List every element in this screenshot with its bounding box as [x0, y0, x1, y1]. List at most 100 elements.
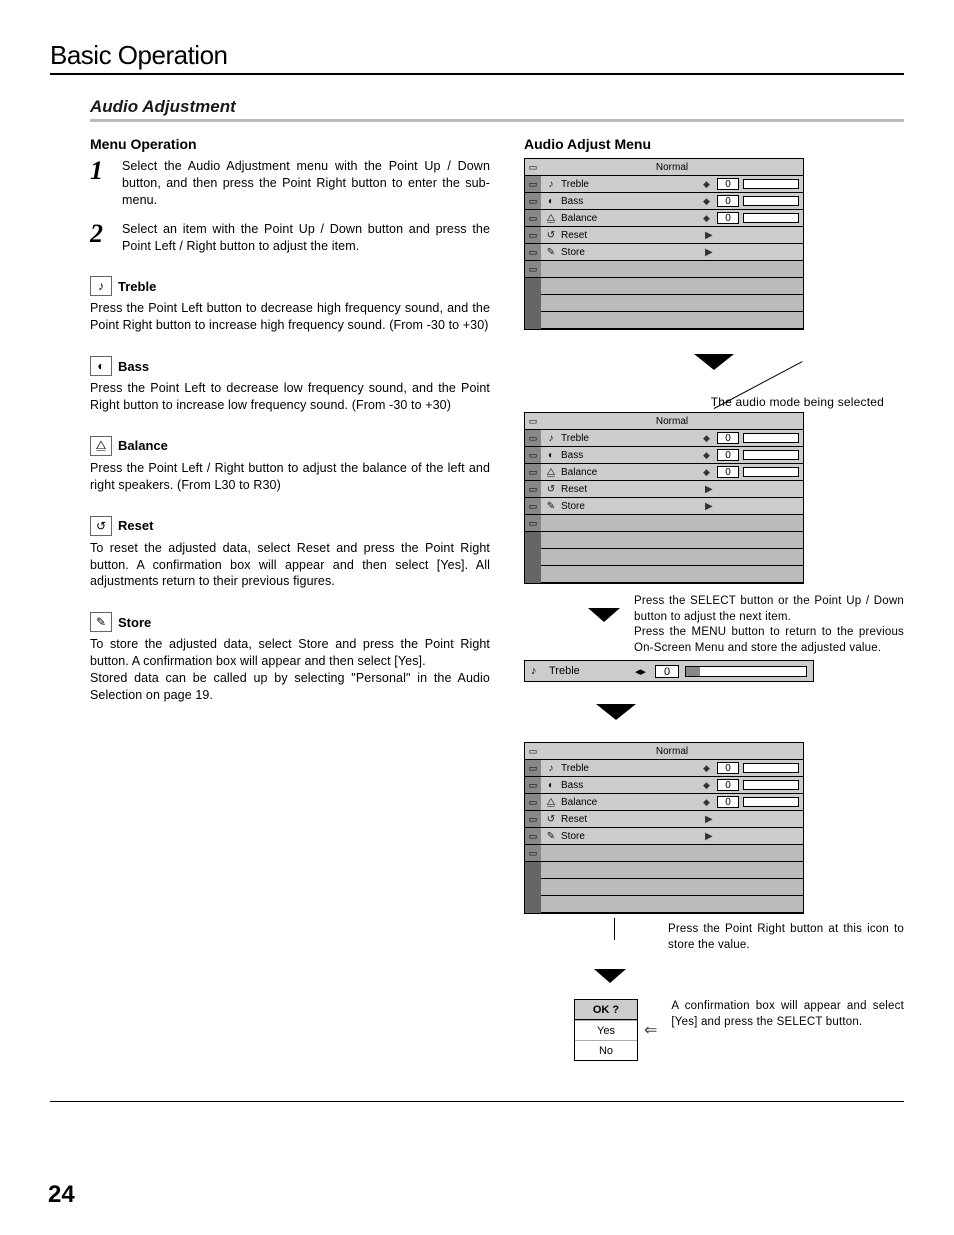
page-number: 24: [48, 1181, 75, 1209]
adjust-item: ♪TreblePress the Point Left button to de…: [90, 276, 490, 334]
item-description: To reset the adjusted data, select Reset…: [90, 540, 490, 591]
menu-row-blank: [541, 515, 803, 532]
row-label: Store: [561, 501, 701, 512]
lr-arrows-icon: ◆: [703, 467, 713, 478]
row-value: 0: [717, 779, 739, 791]
lr-arrows-icon: ◆: [703, 780, 713, 791]
row-icon: ✎: [545, 501, 557, 512]
row-label: Balance: [561, 213, 699, 224]
menu-row-blank: [541, 896, 803, 913]
item-name: Bass: [118, 359, 149, 374]
pointer-left-icon: ⇐: [644, 1020, 657, 1040]
tab-icon: ▭: [525, 743, 541, 760]
menu-row-blank: [541, 278, 803, 295]
menu-row[interactable]: ♪ Treble ◆ 0: [541, 760, 803, 777]
annotation-next-item: Press the SELECT button or the Point Up …: [634, 594, 904, 656]
menu-row[interactable]: ↺Reset▶: [541, 811, 803, 828]
menu-row[interactable]: ◐Bass◆0: [541, 777, 803, 794]
balance-icon: ⧋: [90, 436, 112, 456]
confirm-question: OK ?: [575, 1000, 637, 1020]
menu-row[interactable]: ↺Reset▶: [541, 227, 803, 244]
row-value: 0: [717, 432, 739, 444]
audio-adjust-menu-heading: Audio Adjust Menu: [524, 136, 904, 152]
store-icon: ✎: [90, 612, 112, 632]
menu-mode-label: Normal: [541, 743, 803, 760]
item-description: Press the Point Left button to decrease …: [90, 300, 490, 334]
step-2: 2 Select an item with the Point Up / Dow…: [90, 221, 490, 255]
row-label: Balance: [561, 467, 699, 478]
tab-icon: ▭: [525, 430, 541, 447]
tab-icon: ▭: [525, 777, 541, 794]
menu-row-blank: [541, 261, 803, 278]
menu-row[interactable]: ⧋Balance◆0: [541, 464, 803, 481]
lr-arrows-icon: ◆: [703, 763, 713, 774]
row-icon: ◐: [545, 450, 557, 461]
lr-arrows-icon: ◆: [703, 213, 713, 224]
row-bar: [743, 179, 799, 189]
lr-arrows-icon: ◆: [703, 433, 713, 444]
lr-arrows-icon: ◆: [703, 196, 713, 207]
step-text: Select the Audio Adjustment menu with th…: [122, 158, 490, 209]
row-icon: ✎: [545, 247, 557, 258]
row-label: Bass: [561, 196, 699, 207]
row-icon: ↺: [545, 484, 557, 495]
row-bar: [743, 450, 799, 460]
row-icon: ♪: [545, 433, 557, 444]
row-label: Treble: [561, 763, 699, 774]
tab-icon: ▭: [525, 794, 541, 811]
item-name: Store: [118, 615, 151, 630]
menu-row-blank: [541, 295, 803, 312]
adjust-item: ◐BassPress the Point Left to decrease lo…: [90, 356, 490, 414]
arrow-down-icon: [596, 704, 636, 720]
arrow-down-icon: [694, 354, 734, 370]
tab-icon: ▭: [525, 159, 541, 176]
row-value: 0: [717, 195, 739, 207]
row-label: Store: [561, 831, 701, 842]
right-caret-icon: ▶: [705, 484, 715, 495]
row-icon: ⧋: [545, 797, 557, 808]
step-number: 2: [90, 221, 110, 255]
tab-icon: ▭: [525, 515, 541, 532]
row-bar: [743, 467, 799, 477]
osd-menu: ▭▭▭▭▭▭▭Normal♪Treble◆0◐Bass◆0⧋Balance◆0↺…: [524, 742, 804, 914]
row-value: 0: [717, 762, 739, 774]
slider-label: Treble: [549, 665, 629, 677]
row-icon: ◐: [545, 780, 557, 791]
row-label: Store: [561, 247, 701, 258]
step-number: 1: [90, 158, 110, 209]
menu-row[interactable]: ✎Store▶: [541, 244, 803, 261]
row-bar: [743, 780, 799, 790]
right-caret-icon: ▶: [705, 501, 715, 512]
lr-arrows-icon: ◆: [703, 450, 713, 461]
annotation-confirm: A confirmation box will appear and selec…: [671, 999, 904, 1030]
reset-icon: ↺: [90, 516, 112, 536]
menu-row[interactable]: ♪Treble◆0: [541, 176, 803, 193]
item-name: Reset: [118, 518, 153, 533]
menu-row[interactable]: ⧋Balance◆0: [541, 794, 803, 811]
arrow-down-icon: [594, 969, 626, 983]
slider-value: 0: [655, 665, 679, 678]
tab-icon: ▭: [525, 210, 541, 227]
menu-row[interactable]: ♪Treble◆0: [541, 430, 803, 447]
menu-row[interactable]: ⧋Balance◆0: [541, 210, 803, 227]
menu-row[interactable]: ↺Reset▶: [541, 481, 803, 498]
menu-row[interactable]: ◐ Bass ◆ 0: [541, 193, 803, 210]
menu-row[interactable]: ✎ Store ▶: [541, 498, 803, 515]
osd-menu: ▭▭▭▭▭▭▭Normal♪Treble◆0◐Bass◆0⧋Balance◆0↺…: [524, 158, 804, 330]
row-icon: ↺: [545, 814, 557, 825]
item-description: Press the Point Left / Right button to a…: [90, 460, 490, 494]
row-bar: [743, 433, 799, 443]
confirm-no[interactable]: No: [575, 1040, 637, 1060]
row-icon: ◐: [545, 196, 557, 207]
menu-row[interactable]: ◐Bass◆0: [541, 447, 803, 464]
annotation-store: Press the Point Right button at this ico…: [668, 922, 904, 953]
menu-row[interactable]: ✎Store▶: [541, 828, 803, 845]
osd-menu: ▭▭▭▭▭▭▭Normal♪Treble◆0◐Bass◆0⧋Balance◆0↺…: [524, 412, 804, 584]
row-value: 0: [717, 212, 739, 224]
confirm-yes[interactable]: Yes: [575, 1020, 637, 1040]
right-column: Audio Adjust Menu ▭▭▭▭▭▭▭Normal♪Treble◆0…: [524, 136, 904, 1061]
tab-icon: ▭: [525, 447, 541, 464]
row-icon: ♪: [545, 763, 557, 774]
row-label: Bass: [561, 450, 699, 461]
menu-row-blank: [541, 532, 803, 549]
